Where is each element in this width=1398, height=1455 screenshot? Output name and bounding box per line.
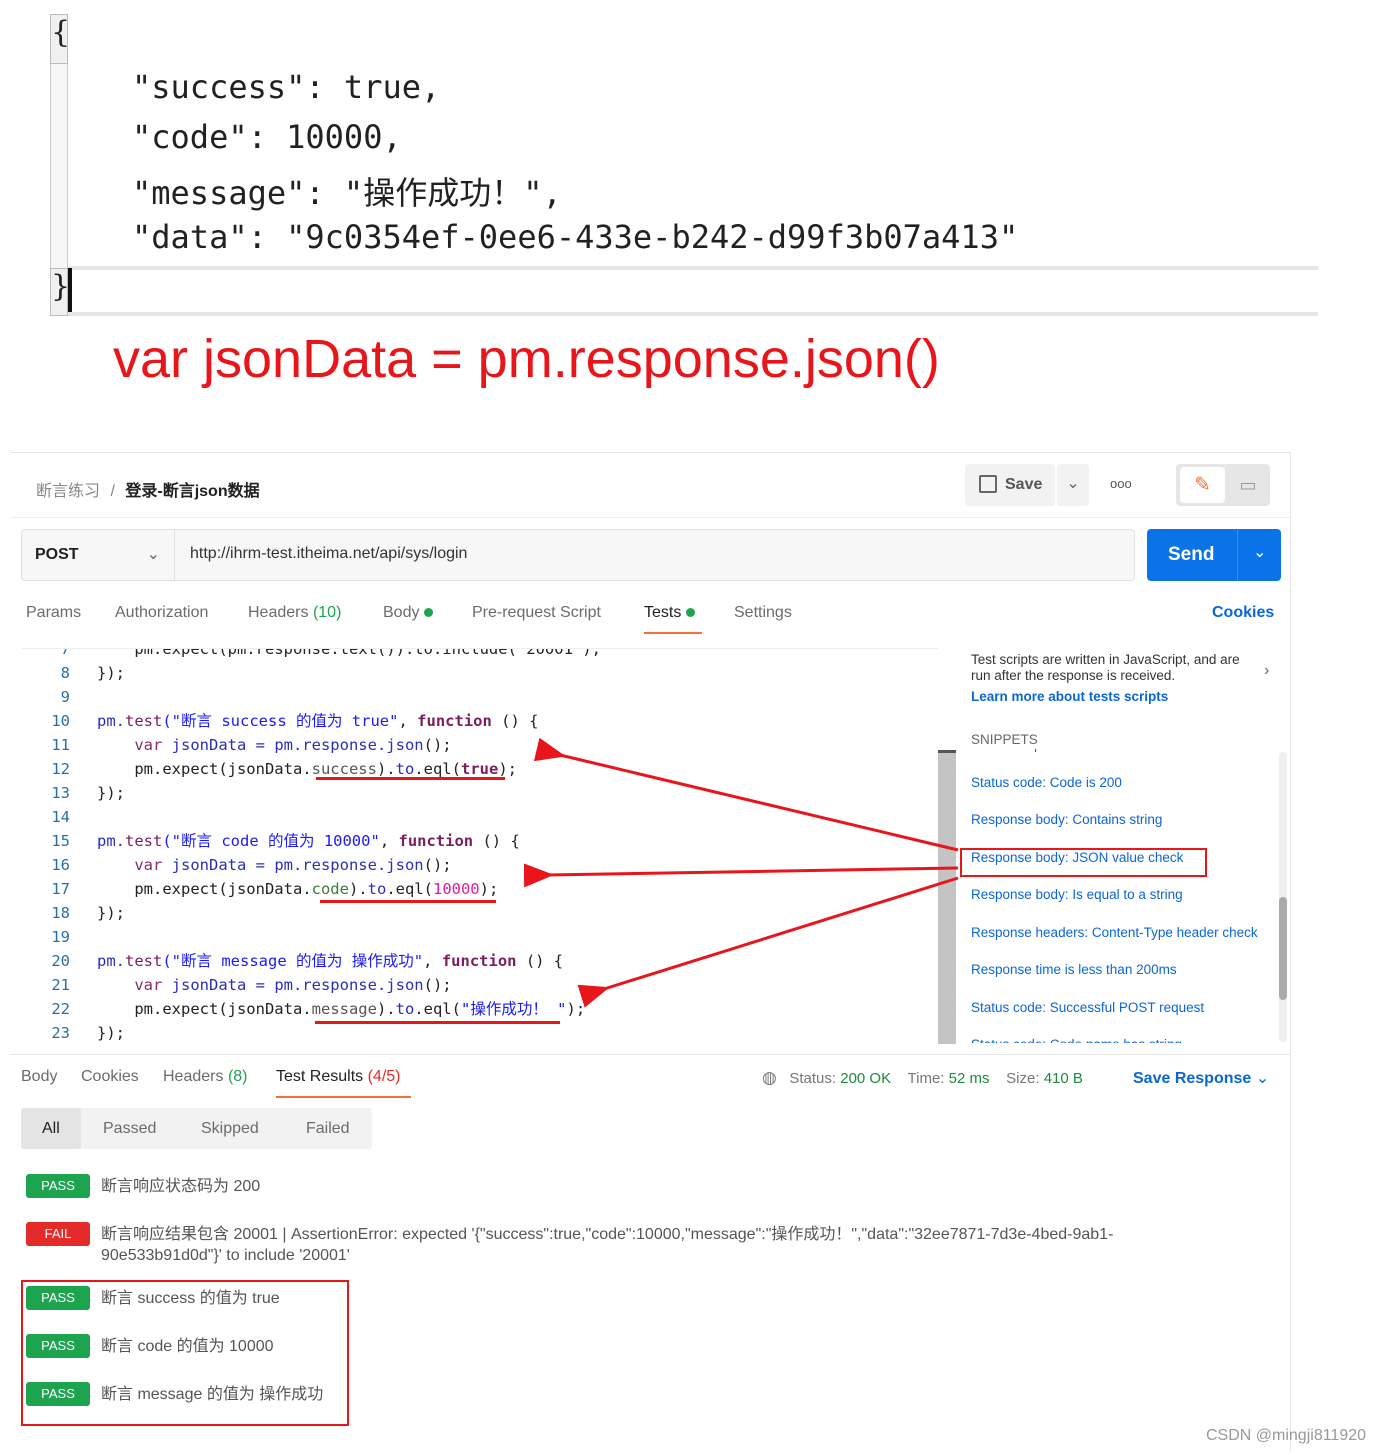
filter-failed[interactable]: Failed <box>306 1120 350 1138</box>
time-value: 52 ms <box>948 1070 990 1087</box>
result-text: 断言响应状态码为 200 <box>101 1178 261 1195</box>
response-tab-body[interactable]: Body <box>21 1068 57 1086</box>
result-status-badge: FAIL <box>26 1222 90 1246</box>
response-tab-cookies[interactable]: Cookies <box>81 1068 139 1086</box>
watermark: CSDN @mingji811920 <box>1206 1427 1367 1444</box>
save-response-button[interactable]: Save Response ⌄ <box>1133 1068 1269 1088</box>
response-tab-headers[interactable]: Headers (8) <box>163 1068 248 1086</box>
size-value: 410 B <box>1043 1070 1083 1087</box>
arrow <box>533 737 959 852</box>
response-tab-test-results[interactable]: Test Results (4/5) <box>276 1068 401 1086</box>
highlight-box <box>21 1280 349 1426</box>
filter-skipped[interactable]: Skipped <box>201 1120 259 1138</box>
filter-passed[interactable]: Passed <box>103 1120 156 1138</box>
arrow <box>523 863 959 888</box>
result-status-badge: PASS <box>26 1174 90 1198</box>
result-text: 断言响应结果包含 20001 | AssertionError: expecte… <box>101 1226 1114 1264</box>
globe-icon[interactable]: ◍ <box>762 1068 777 1087</box>
response-meta: ◍ Status: 200 OK Time: 52 ms Size: 410 B <box>762 1068 1083 1087</box>
filter-all[interactable]: All <box>42 1120 60 1138</box>
arrow <box>577 876 959 1008</box>
status-value: 200 OK <box>840 1070 892 1087</box>
